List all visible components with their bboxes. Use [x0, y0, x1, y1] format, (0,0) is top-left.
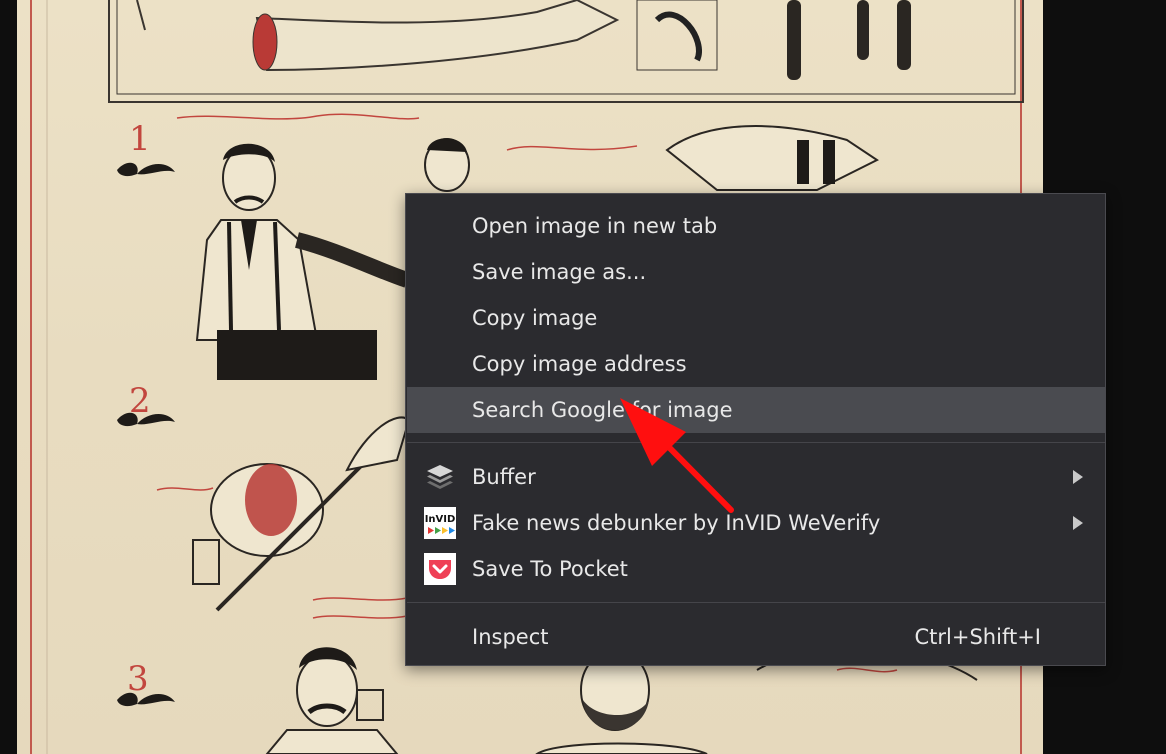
menu-item-label: Search Google for image: [472, 398, 733, 422]
menu-item-search-google-for-image[interactable]: Search Google for image: [407, 387, 1105, 433]
submenu-arrow-icon: [1073, 516, 1083, 530]
menu-separator: [407, 602, 1105, 603]
menu-item-fake-news-debunker[interactable]: InVID Fake news debunker by InVID WeVeri…: [407, 500, 1105, 546]
invid-icon: InVID: [424, 507, 456, 539]
svg-text:1: 1: [129, 119, 151, 159]
menu-item-buffer[interactable]: Buffer: [407, 454, 1105, 500]
menu-item-copy-image-address[interactable]: Copy image address: [407, 341, 1105, 387]
menu-item-inspect[interactable]: Inspect Ctrl+Shift+I: [407, 614, 1105, 660]
menu-item-save-to-pocket[interactable]: Save To Pocket: [407, 546, 1105, 592]
submenu-arrow-icon: [1073, 470, 1083, 484]
menu-item-save-image-as[interactable]: Save image as...: [407, 249, 1105, 295]
menu-item-copy-image[interactable]: Copy image: [407, 295, 1105, 341]
invid-icon-text: InVID: [425, 514, 456, 525]
menu-item-open-image-new-tab[interactable]: Open image in new tab: [407, 203, 1105, 249]
menu-item-label: Save image as...: [472, 260, 647, 284]
menu-item-label: Buffer: [472, 465, 536, 489]
context-menu: Open image in new tab Save image as... C…: [405, 193, 1106, 666]
pocket-icon: [424, 553, 456, 585]
menu-item-label: Save To Pocket: [472, 557, 628, 581]
menu-item-label: Inspect: [472, 625, 549, 649]
menu-item-shortcut: Ctrl+Shift+I: [914, 625, 1041, 649]
buffer-icon: [424, 461, 456, 493]
menu-item-label: Copy image: [472, 306, 598, 330]
menu-item-label: Copy image address: [472, 352, 687, 376]
menu-item-label: Open image in new tab: [472, 214, 718, 238]
menu-item-label: Fake news debunker by InVID WeVerify: [472, 511, 881, 535]
menu-separator: [407, 442, 1105, 443]
